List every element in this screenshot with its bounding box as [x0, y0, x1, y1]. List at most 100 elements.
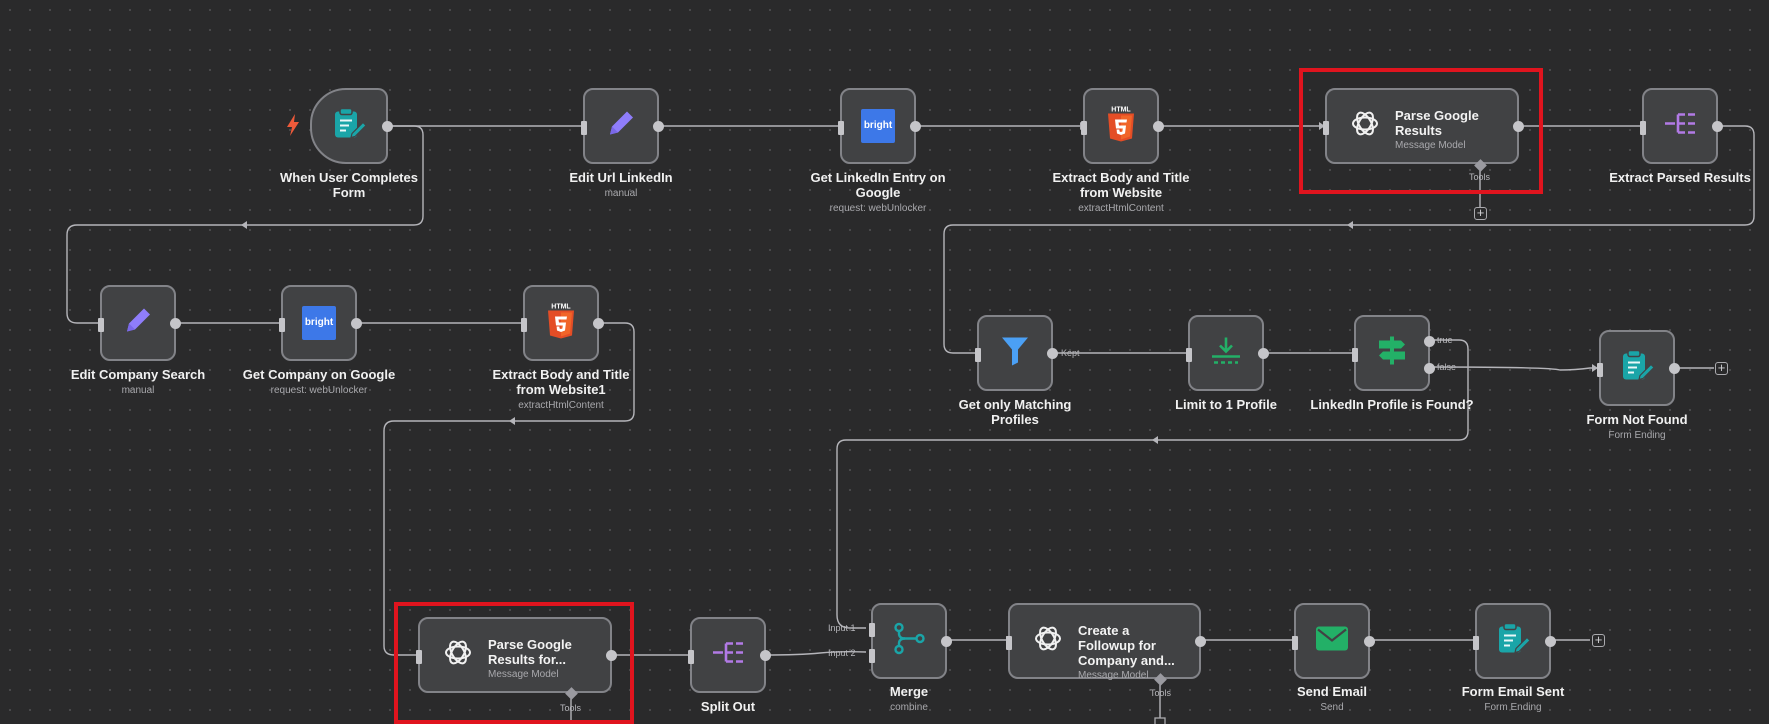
- node-input-port[interactable]: [581, 121, 587, 135]
- merge-icon: [892, 622, 926, 661]
- node-input-port[interactable]: [975, 348, 981, 362]
- node-limit-profile[interactable]: [1186, 315, 1269, 391]
- filter-icon: [1000, 335, 1030, 372]
- node-label: Split Out: [700, 699, 756, 714]
- node-label: Extract Body and Title from Website: [1052, 170, 1190, 200]
- add-tool-plus-icon[interactable]: +: [1474, 206, 1487, 220]
- bright-data-icon: bright: [861, 109, 895, 143]
- node-label: Edit Url LinkedIn: [569, 170, 673, 185]
- node-label: Get LinkedIn Entry on Google: [810, 170, 946, 200]
- openai-icon: [443, 638, 473, 673]
- node-edit-company-search[interactable]: [98, 285, 181, 361]
- node-input-port[interactable]: [1006, 636, 1012, 650]
- node-subtitle: request: webUnlocker: [829, 203, 927, 214]
- node-output-port[interactable]: [593, 318, 604, 329]
- openai-icon: [1350, 109, 1380, 144]
- form-icon: [332, 107, 367, 146]
- node-output-port[interactable]: [941, 636, 952, 647]
- node-form-trigger[interactable]: [310, 88, 393, 164]
- node-create-followup[interactable]: Create a Followup for Company and... Mes…: [1006, 603, 1206, 681]
- node-extract-body-title[interactable]: HTML: [1081, 88, 1164, 164]
- input-2-label: Input 2: [828, 648, 856, 658]
- node-output-port[interactable]: [1364, 636, 1375, 647]
- openai-icon: [1033, 624, 1063, 659]
- true-branch-label: true: [1437, 335, 1453, 345]
- node-input-port[interactable]: [1352, 348, 1358, 362]
- node-output-port[interactable]: [1195, 636, 1206, 647]
- node-form-email-sent[interactable]: [1473, 603, 1556, 679]
- node-input-port[interactable]: [416, 650, 422, 664]
- node-input-port[interactable]: [98, 318, 104, 332]
- node-true-output-port[interactable]: [1424, 336, 1435, 347]
- node-label: Limit to 1 Profile: [1175, 397, 1277, 412]
- node-input-port[interactable]: [1597, 363, 1603, 377]
- node-input-port-1[interactable]: [869, 623, 875, 637]
- node-label: Get Company on Google: [242, 367, 396, 382]
- node-parse-google-results-for[interactable]: Parse Google Results for... Message Mode…: [416, 617, 617, 693]
- node-parse-google-results[interactable]: Parse Google Results Message Model: [1323, 88, 1524, 164]
- node-input-port[interactable]: [521, 318, 527, 332]
- node-send-email[interactable]: [1292, 603, 1375, 679]
- node-get-linkedin-entry[interactable]: bright: [838, 88, 921, 164]
- node-subtitle: Form Ending: [1484, 702, 1542, 713]
- form-icon: [1496, 622, 1531, 661]
- tools-label: Tools: [1150, 688, 1172, 698]
- node-subtitle: manual: [604, 188, 638, 199]
- node-subtitle: Send: [1320, 702, 1344, 713]
- node-output-port[interactable]: [170, 318, 181, 329]
- node-output-port[interactable]: [606, 650, 617, 661]
- node-output-port[interactable]: [910, 121, 921, 132]
- node-false-output-port[interactable]: [1424, 363, 1435, 374]
- node-input-port[interactable]: [1323, 121, 1329, 135]
- node-label: When User Completes Form: [280, 170, 418, 200]
- node-get-matching-profiles[interactable]: [975, 315, 1058, 391]
- form-icon: [1620, 349, 1655, 388]
- node-label: Edit Company Search: [70, 367, 206, 382]
- pencil-icon: [604, 107, 638, 146]
- false-branch-label: false: [1437, 362, 1457, 372]
- node-output-port[interactable]: [1669, 363, 1680, 374]
- node-output-port[interactable]: [1513, 121, 1524, 132]
- node-input-port[interactable]: [279, 318, 285, 332]
- tools-label: Tools: [560, 703, 582, 713]
- node-output-port[interactable]: [382, 121, 393, 132]
- node-get-company-google[interactable]: bright: [279, 285, 362, 361]
- add-node-plus-icon[interactable]: +: [1715, 361, 1728, 375]
- node-input-port[interactable]: [1292, 636, 1298, 650]
- node-subtitle: request: webUnlocker: [270, 385, 368, 396]
- node-subtitle: extractHtmlContent: [518, 400, 604, 411]
- input-1-label: Input 1: [828, 623, 856, 633]
- node-extract-parsed-results[interactable]: [1640, 88, 1723, 164]
- node-output-port[interactable]: [1153, 121, 1164, 132]
- node-output-port[interactable]: [1258, 348, 1269, 359]
- node-input-port[interactable]: [1640, 121, 1646, 135]
- node-subtitle: Message Model: [1078, 670, 1149, 681]
- node-label: Send Email: [1296, 684, 1368, 699]
- node-extract-body-title-1[interactable]: HTML: [521, 285, 604, 361]
- node-edit-url-linkedin[interactable]: [581, 88, 664, 164]
- node-form-not-found[interactable]: [1597, 330, 1680, 406]
- svg-text:HTML: HTML: [551, 304, 571, 311]
- node-split-out[interactable]: [688, 617, 771, 693]
- node-output-port[interactable]: [1047, 348, 1058, 359]
- node-subtitle: combine: [890, 702, 928, 713]
- node-input-port[interactable]: [1081, 121, 1087, 135]
- node-output-port[interactable]: [1712, 121, 1723, 132]
- node-merge[interactable]: [869, 603, 952, 679]
- node-input-port[interactable]: [1473, 636, 1479, 650]
- node-label: Get only Matching Profiles: [958, 397, 1072, 427]
- node-output-port[interactable]: [760, 650, 771, 661]
- kept-port-label: Kept: [1061, 348, 1080, 358]
- node-output-port[interactable]: [351, 318, 362, 329]
- node-label: Form Email Sent: [1461, 684, 1565, 699]
- node-input-port[interactable]: [838, 121, 844, 135]
- split-icon: [711, 640, 745, 671]
- node-input-port-2[interactable]: [869, 649, 875, 663]
- node-output-port[interactable]: [1545, 636, 1556, 647]
- node-output-port[interactable]: [653, 121, 664, 132]
- node-linkedin-profile-found[interactable]: [1352, 315, 1435, 391]
- add-node-plus-icon[interactable]: +: [1592, 633, 1605, 647]
- node-input-port[interactable]: [688, 650, 694, 664]
- pencil-icon: [121, 304, 155, 343]
- node-input-port[interactable]: [1186, 348, 1192, 362]
